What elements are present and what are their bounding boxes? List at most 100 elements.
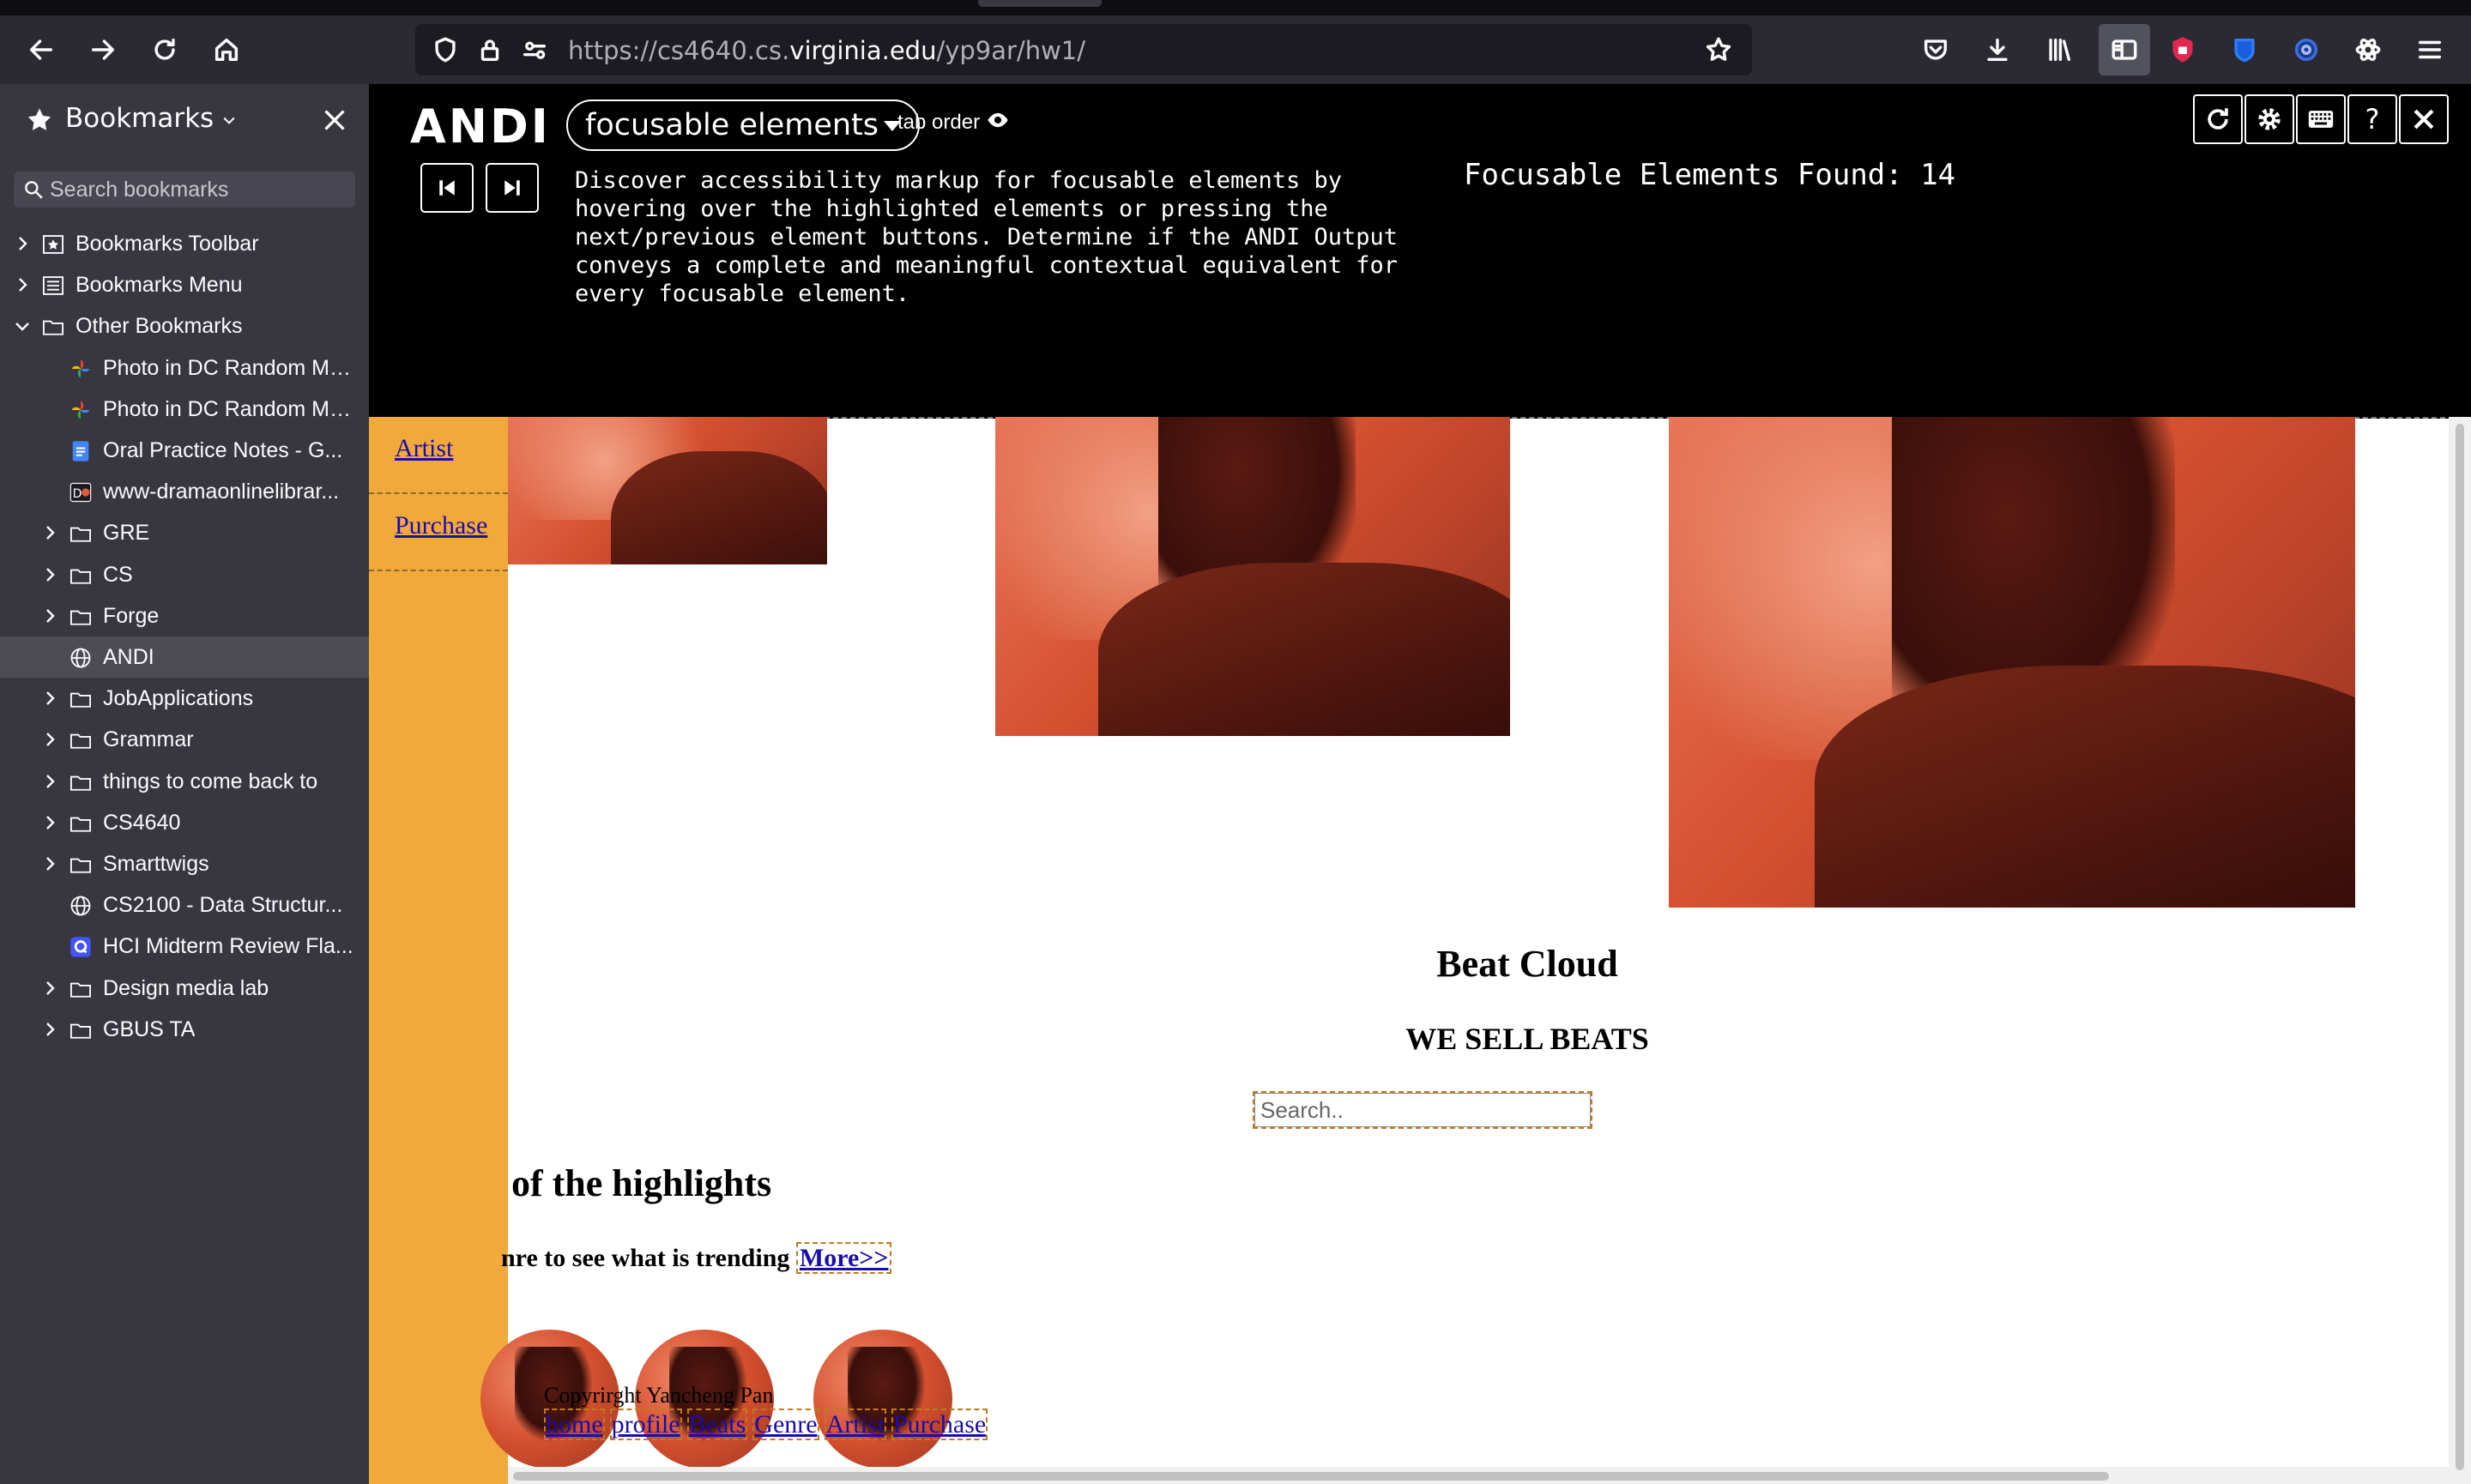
folder-icon	[69, 770, 93, 794]
chevron-right-icon[interactable]	[39, 522, 60, 543]
drama-site-icon: D	[69, 480, 93, 504]
chevron-right-icon[interactable]	[39, 606, 60, 626]
back-arrow-icon[interactable]	[22, 31, 60, 69]
bookmark-folder[interactable]: Bookmarks Toolbar	[0, 223, 369, 264]
site-subtitle: WE SELL BEATS	[1405, 1022, 1649, 1056]
globe-icon	[69, 646, 93, 670]
bookmark-label: Grammar	[103, 727, 194, 752]
andi-settings-button[interactable]	[2244, 94, 2294, 144]
chevron-right-icon[interactable]	[39, 812, 60, 833]
sidebar-switcher[interactable]: Bookmarks	[65, 103, 238, 136]
chevron-right-icon[interactable]	[39, 1019, 60, 1040]
bookmark-item[interactable]: Dwww-dramaonlinelibrar...	[0, 471, 369, 512]
bookmark-item[interactable]: ANDI	[0, 636, 369, 678]
bookmark-item[interactable]: Photo in DC Random Mo...	[0, 347, 369, 389]
page-content: ANDI focusable elements tab order Discov…	[369, 84, 2471, 1484]
footer-link-artist[interactable]: Artist	[824, 1409, 886, 1440]
permissions-icon[interactable]	[520, 35, 549, 64]
highlight-thumbnail[interactable]	[813, 1330, 952, 1469]
andi-keyboard-button[interactable]	[2296, 94, 2346, 144]
bookmark-folder[interactable]: Design media lab	[0, 968, 369, 1009]
bookmark-item[interactable]: HCI Midterm Review Fla...	[0, 926, 369, 967]
chevron-right-icon[interactable]	[39, 854, 60, 874]
library-icon[interactable]	[2040, 31, 2078, 69]
forward-arrow-icon[interactable]	[84, 31, 122, 69]
artist-photo-medium	[995, 417, 1510, 736]
active-tab-indicator[interactable]	[978, 0, 1102, 7]
next-element-button[interactable]	[486, 163, 539, 213]
artist-photo-small	[508, 417, 827, 564]
bookmark-label: Photo in DC Random Mo...	[103, 355, 359, 380]
chevron-right-icon[interactable]	[39, 564, 60, 585]
bookmark-folder[interactable]: GBUS TA	[0, 1009, 369, 1050]
bookmark-star-icon[interactable]	[1704, 35, 1733, 64]
downloads-icon[interactable]	[1979, 31, 2016, 69]
footer-link-beats[interactable]: Beats	[686, 1409, 748, 1440]
nav-link-purchase[interactable]: Purchase	[395, 511, 487, 540]
sidebar-toggle-icon[interactable]	[2099, 24, 2150, 75]
bookmark-folder[interactable]: GRE	[0, 512, 369, 553]
home-icon[interactable]	[208, 31, 245, 69]
bookmark-item[interactable]: Photo in DC Random Mo...	[0, 389, 369, 430]
bookmark-folder[interactable]: Other Bookmarks	[0, 305, 369, 347]
sidebar-header: Bookmarks	[0, 84, 369, 160]
eye-icon	[986, 108, 1010, 138]
bookmark-folder[interactable]: Grammar	[0, 719, 369, 760]
footer-link-purchase[interactable]: Purchase	[891, 1409, 988, 1440]
bookmark-search-field[interactable]	[14, 172, 355, 208]
react-devtools-icon[interactable]	[2349, 31, 2387, 69]
andi-module-label: focusable elements	[585, 108, 879, 142]
footer-link-genre[interactable]: Genre	[752, 1409, 819, 1440]
site-search-input[interactable]	[1254, 1093, 1591, 1127]
andi-refresh-button[interactable]	[2193, 94, 2243, 144]
chevron-right-icon[interactable]	[12, 274, 33, 295]
horizontal-scrollbar[interactable]	[508, 1467, 2449, 1484]
extension-circle-icon[interactable]	[2287, 31, 2325, 69]
url-domain: virginia.edu	[789, 36, 937, 65]
menu-folder-icon	[41, 274, 65, 298]
lock-icon[interactable]	[475, 35, 504, 64]
adblock-shield-icon[interactable]	[2164, 31, 2202, 69]
andi-module-select[interactable]: focusable elements	[566, 100, 921, 151]
bookmark-search-input[interactable]	[48, 176, 352, 203]
chevron-right-icon[interactable]	[39, 729, 60, 750]
more-link[interactable]: More>>	[795, 1242, 892, 1274]
bookmark-label: Photo in DC Random Mo...	[103, 396, 359, 421]
bookmark-item[interactable]: CS2100 - Data Structur...	[0, 884, 369, 926]
close-icon[interactable]	[319, 105, 350, 136]
nav-link-artist[interactable]: Artist	[395, 434, 453, 463]
tab-order-toggle[interactable]: tab order	[897, 108, 1010, 138]
bookmark-folder[interactable]: CS4640	[0, 802, 369, 843]
bookmark-folder[interactable]: Smarttwigs	[0, 843, 369, 884]
site-nav: Artist Purchase	[369, 417, 508, 1484]
bookmark-label: CS4640	[103, 810, 181, 835]
url-bar[interactable]: https://cs4640.cs.virginia.edu/yp9ar/hw1…	[415, 24, 1752, 75]
chevron-down-icon[interactable]	[12, 316, 33, 336]
andi-close-button[interactable]	[2399, 94, 2449, 144]
pocket-icon[interactable]	[1917, 31, 1954, 69]
previous-element-button[interactable]	[420, 163, 474, 213]
url-text[interactable]: https://cs4640.cs.virginia.edu/yp9ar/hw1…	[568, 36, 1085, 65]
bookmark-folder[interactable]: CS	[0, 554, 369, 595]
chevron-right-icon[interactable]	[39, 688, 60, 709]
folder-icon	[69, 522, 93, 546]
skip-previous-icon	[439, 180, 455, 196]
vertical-scrollbar[interactable]	[2449, 417, 2471, 1484]
chevron-right-icon[interactable]	[39, 771, 60, 792]
andi-help-button[interactable]: ?	[2347, 94, 2397, 144]
hamburger-menu-icon[interactable]	[2411, 31, 2449, 69]
bitwarden-icon[interactable]	[2226, 31, 2263, 69]
chevron-right-icon[interactable]	[12, 233, 33, 254]
svg-text:D: D	[73, 487, 82, 501]
reload-icon[interactable]	[146, 31, 184, 69]
bookmark-folder[interactable]: Forge	[0, 595, 369, 636]
footer-link-home[interactable]: home	[544, 1409, 605, 1440]
shield-icon[interactable]	[431, 35, 460, 64]
bookmark-item[interactable]: Oral Practice Notes - G...	[0, 430, 369, 471]
bookmark-folder[interactable]: JobApplications	[0, 678, 369, 719]
bookmark-folder[interactable]: things to come back to	[0, 761, 369, 802]
footer-link-profile[interactable]: profile	[609, 1409, 682, 1440]
chevron-right-icon[interactable]	[39, 978, 60, 998]
tab-strip	[0, 0, 2471, 15]
bookmark-folder[interactable]: Bookmarks Menu	[0, 264, 369, 305]
